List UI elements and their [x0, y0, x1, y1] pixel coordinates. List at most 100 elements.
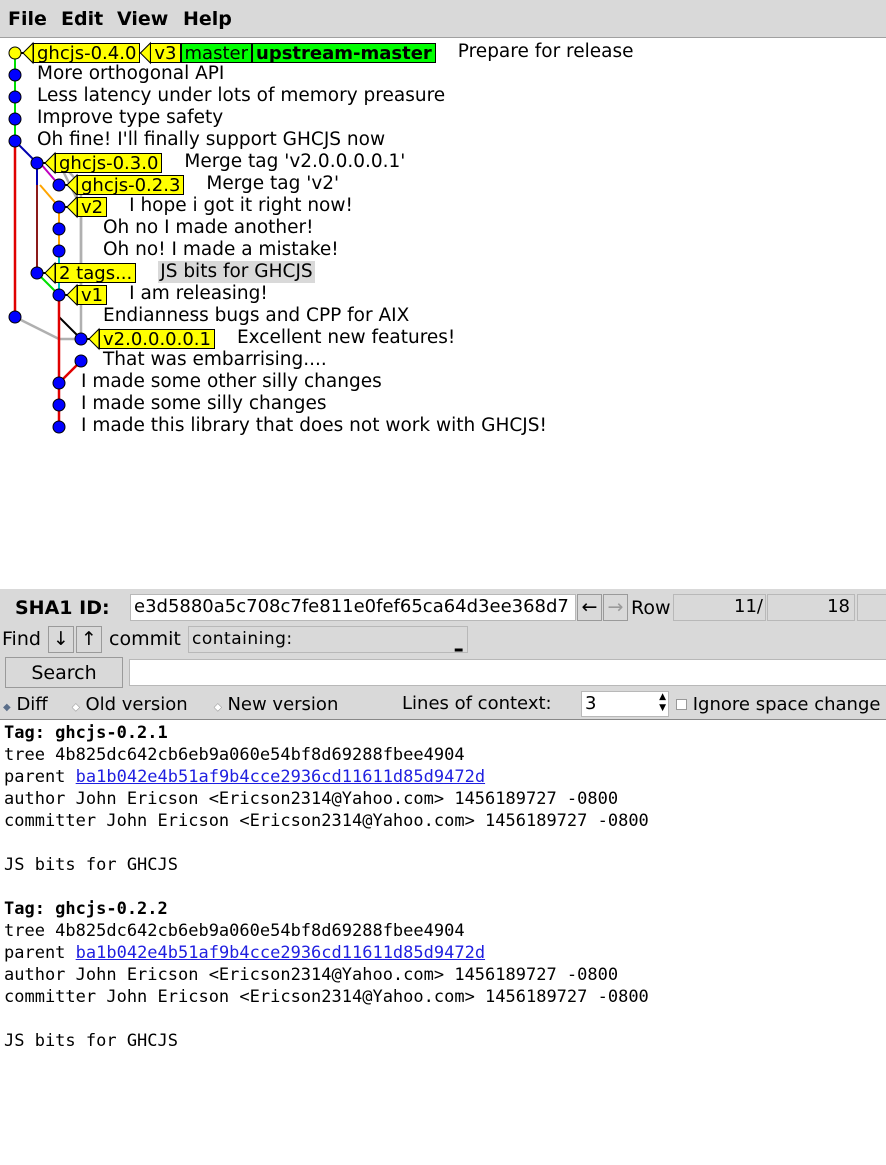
checkbox-icon [676, 699, 687, 710]
commit-message[interactable]: Less latency under lots of memory preasu… [37, 85, 445, 107]
forward-button[interactable]: → [603, 594, 628, 621]
commit-node[interactable] [8, 112, 22, 126]
tag-label[interactable]: v2 [77, 197, 108, 218]
diff-radio[interactable]: ◆ Diff [3, 694, 48, 715]
tag-arrow [44, 261, 56, 285]
sha-input[interactable]: e3d5880a5c708c7fe811e0fef65ca64d3ee368d7 [130, 594, 576, 621]
tag-line: Tag: ghcjs-0.2.2 [4, 899, 168, 919]
menu-file[interactable]: File [8, 8, 47, 30]
branch-line-red2 [57, 360, 82, 427]
find-mode-select[interactable]: containing: ▂ [188, 626, 468, 653]
menu-edit[interactable]: Edit [61, 8, 103, 30]
tag-label[interactable]: ghcjs-0.2.3 [77, 175, 185, 196]
commit-message[interactable]: I made some silly changes [81, 393, 327, 415]
commit-node[interactable] [74, 354, 88, 368]
context-spinbox[interactable]: 3 ▲ ▼ [581, 691, 669, 717]
author-line: author John Ericson <Ericson2314@Yahoo.c… [4, 789, 619, 809]
commit-message[interactable]: Oh fine! I'll finally support GHCJS now [37, 129, 385, 151]
commit-message[interactable]: Endianness bugs and CPP for AIX [103, 305, 409, 327]
context-value: 3 [585, 693, 597, 714]
commit-message[interactable]: More orthogonal API [37, 63, 224, 85]
find-type[interactable]: commit [109, 628, 181, 650]
menu-view[interactable]: View [117, 8, 168, 30]
find-label: Find [2, 628, 41, 650]
tag-line: Tag: ghcjs-0.2.1 [4, 723, 168, 743]
parent-link[interactable]: ba1b042e4b51af9b4cce2936cd11611d85d9472d [76, 767, 485, 787]
commit-node[interactable] [8, 90, 22, 104]
commit-details-pane[interactable]: Tag: ghcjs-0.2.1 tree 4b825dc642cb6eb9a06… [0, 719, 886, 1165]
search-input[interactable] [129, 659, 886, 686]
tag-arrow [66, 195, 78, 219]
commit-node[interactable] [52, 420, 66, 434]
search-button[interactable]: Search [5, 657, 123, 688]
parent-line: parent ba1b042e4b51af9b4cce2936cd11611d8… [4, 943, 486, 963]
row-value: 11/ [673, 594, 766, 621]
ignore-space-label: Ignore space change [692, 694, 881, 715]
commit-node[interactable] [8, 134, 22, 148]
diff-radio-label: Diff [16, 694, 48, 715]
menu-help[interactable]: Help [183, 8, 232, 30]
commit-node[interactable] [52, 178, 66, 192]
radio-empty-icon: ◆ [72, 702, 80, 714]
commit-node[interactable] [52, 244, 66, 258]
find-input[interactable] [470, 626, 886, 653]
spin-arrows-icon[interactable]: ▲ ▼ [659, 692, 666, 714]
commit-message[interactable]: JS bits for GHCJS [158, 261, 315, 283]
tag-label[interactable]: 2 tags... [55, 263, 137, 284]
commit-node[interactable] [8, 68, 22, 82]
back-button[interactable]: ← [577, 594, 602, 621]
commit-message[interactable]: Excellent new features! [237, 327, 455, 349]
commit-graph-pane[interactable]: ghcjs-0.4.0 v3 master upstream-master Prepar… [0, 37, 886, 590]
tag-arrow [22, 41, 34, 65]
find-up-button[interactable]: ↑ [76, 626, 102, 653]
commit-node[interactable] [74, 332, 88, 346]
commit-message[interactable]: Merge tag 'v2.0.0.0.0.1' [184, 151, 405, 173]
tag-arrow [139, 41, 151, 65]
commit-message[interactable]: Oh no I made another! [103, 217, 314, 239]
commit-message[interactable]: That was embarrising.... [103, 349, 327, 371]
commit-message[interactable]: I made this library that does not work w… [81, 415, 547, 437]
tag-label[interactable]: v1 [77, 285, 108, 306]
commit-node[interactable] [52, 398, 66, 412]
branch-label[interactable]: upstream-master [252, 43, 436, 64]
commit-node[interactable] [52, 222, 66, 236]
commit-message[interactable]: Merge tag 'v2' [206, 173, 339, 195]
new-version-radio[interactable]: ◆ New version [214, 694, 339, 715]
commit-node[interactable] [30, 266, 44, 280]
find-mode-value: containing: [192, 629, 293, 649]
commit-message[interactable]: Prepare for release [458, 41, 634, 63]
old-version-label: Old version [85, 694, 188, 715]
commit-message[interactable]: I am releasing! [129, 283, 268, 305]
commit-node[interactable] [30, 156, 44, 170]
search-bar: Search [0, 655, 886, 689]
commit-message[interactable]: I made some other silly changes [81, 371, 382, 393]
tag-label[interactable]: v3 [150, 43, 181, 64]
new-version-label: New version [227, 694, 339, 715]
commit-message[interactable]: Improve type safety [37, 107, 223, 129]
commit-message[interactable]: I hope i got it right now! [129, 195, 353, 217]
commit-node[interactable] [52, 376, 66, 390]
commit-message[interactable]: Oh no! I made a mistake! [103, 239, 339, 261]
commit-node[interactable] [8, 46, 22, 60]
ignore-space-checkbox[interactable]: Ignore space change [676, 694, 880, 715]
commit-node[interactable] [8, 310, 22, 324]
menu-bar: File Edit View Help [0, 0, 886, 37]
tag-label[interactable]: ghcjs-0.3.0 [55, 153, 163, 174]
tag-label[interactable]: ghcjs-0.4.0 [33, 43, 141, 64]
diff-options-bar: ◆ Diff ◆ Old version ◆ New version Lines… [0, 689, 886, 719]
commit-node[interactable] [52, 288, 66, 302]
old-version-radio[interactable]: ◆ Old version [72, 694, 188, 715]
commit-message-text: JS bits for GHCJS [4, 1031, 178, 1051]
tree-line: tree 4b825dc642cb6eb9a060e54bf8d69288fbe… [4, 745, 465, 765]
commit-node[interactable] [52, 200, 66, 214]
tag-arrow [66, 283, 78, 307]
branch-label[interactable]: master [180, 43, 252, 64]
find-down-button[interactable]: ↓ [48, 626, 74, 653]
row-label: Row [631, 597, 671, 619]
tag-arrow [88, 327, 100, 351]
parent-link[interactable]: ba1b042e4b51af9b4cce2936cd11611d85d9472d [76, 943, 485, 963]
tag-label[interactable]: v2.0.0.0.0.1 [99, 329, 215, 350]
radio-empty-icon: ◆ [214, 702, 222, 714]
committer-line: committer John Ericson <Ericson2314@Yaho… [4, 987, 649, 1007]
radio-selected-icon: ◆ [3, 702, 11, 713]
